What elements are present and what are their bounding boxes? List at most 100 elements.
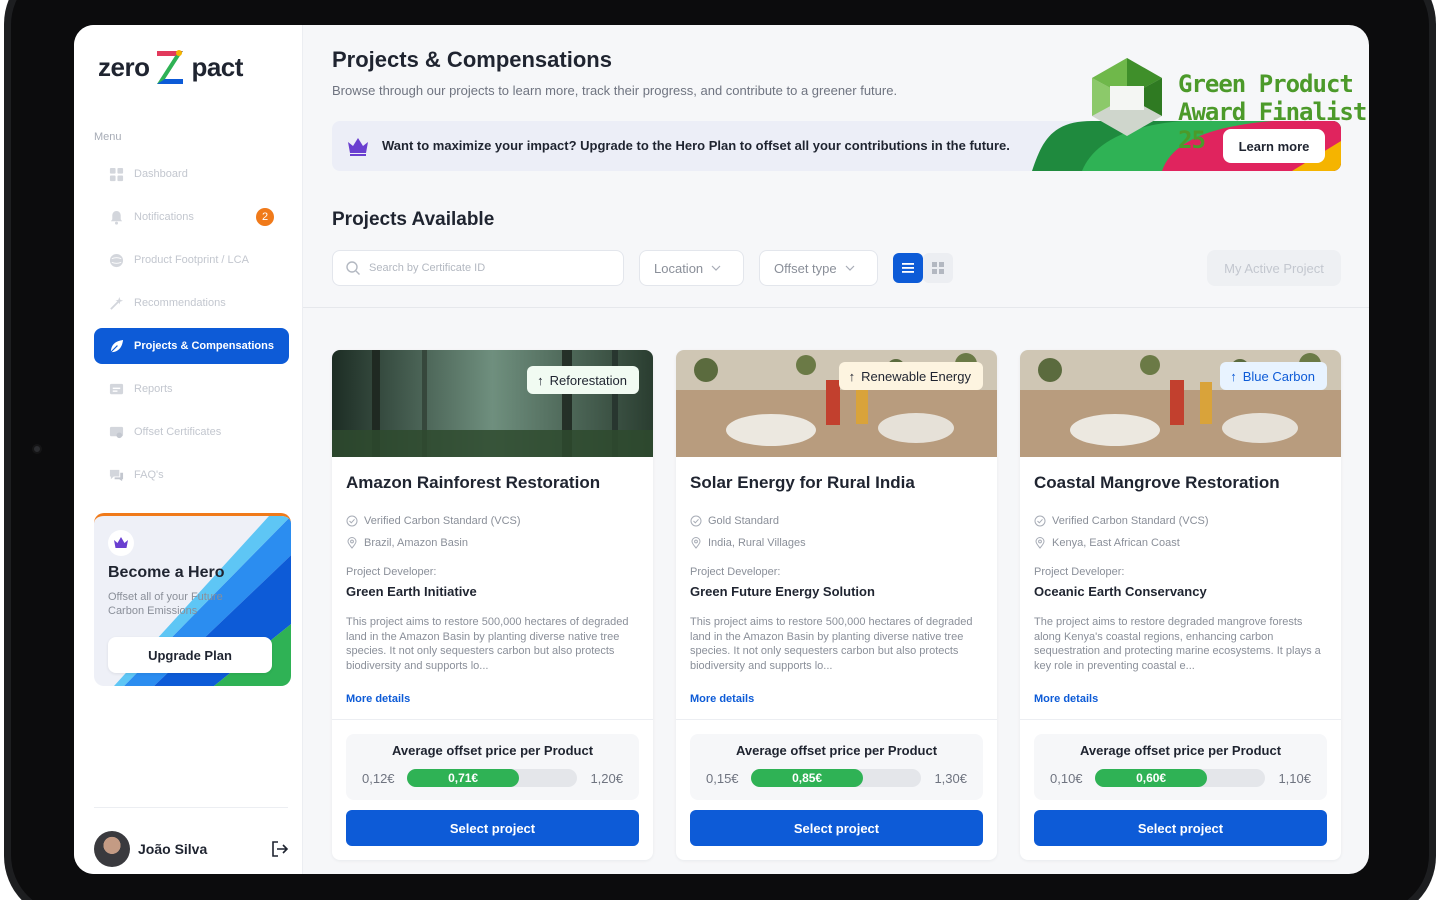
list-icon — [902, 263, 914, 273]
app-screen: zero pact Menu Dashboard Notifications 2 — [74, 25, 1369, 874]
arrow-up-icon: ↑ — [537, 372, 544, 388]
project-standard-label: Gold Standard — [708, 515, 779, 527]
more-details-link[interactable]: More details — [346, 693, 410, 705]
price-max: 1,30€ — [934, 771, 967, 786]
sidebar-item-recommendations[interactable]: Recommendations — [94, 285, 289, 321]
check-circle-icon — [690, 515, 702, 527]
select-project-button[interactable]: Select project — [1034, 810, 1327, 846]
crown-icon — [348, 138, 368, 156]
page-subtitle: Browse through our projects to learn mor… — [332, 83, 898, 98]
project-location: India, Rural Villages — [690, 537, 806, 549]
check-circle-icon — [1034, 515, 1046, 527]
project-location-label: Kenya, East African Coast — [1052, 537, 1180, 549]
offset-type-dropdown[interactable]: Offset type — [759, 250, 878, 286]
hero-upgrade-card: Become a Hero Offset all of your Future … — [94, 513, 291, 686]
award-line-1: Green Product — [1178, 70, 1354, 98]
project-title: Amazon Rainforest Restoration — [346, 473, 601, 492]
select-project-button[interactable]: Select project — [690, 810, 983, 846]
sidebar: zero pact Menu Dashboard Notifications 2 — [74, 25, 303, 874]
more-details-link[interactable]: More details — [690, 693, 754, 705]
price-max: 1,10€ — [1278, 771, 1311, 786]
project-location-label: India, Rural Villages — [708, 537, 806, 549]
logo-text-left: zero — [98, 51, 150, 82]
project-location: Brazil, Amazon Basin — [346, 537, 468, 549]
menu-label: Menu — [94, 131, 122, 143]
project-title: Solar Energy for Rural India — [690, 473, 915, 492]
arrow-up-icon: ↑ — [848, 368, 856, 384]
price-label: Average offset price per Product — [1079, 743, 1282, 758]
price-min: 0,12€ — [362, 771, 395, 786]
project-card: ↑ Renewable Energy Solar Energy for Rura… — [676, 350, 997, 860]
my-active-project-button[interactable]: My Active Project — [1207, 250, 1341, 286]
price-min: 0,10€ — [1050, 771, 1083, 786]
category-tag-label: Renewable Energy — [861, 368, 971, 384]
project-card: ↑ Reforestation Amazon Rainforest Restor… — [332, 350, 653, 860]
price-range-bar: 0,71€ — [407, 769, 577, 787]
sidebar-item-reports[interactable]: Reports — [94, 371, 289, 407]
logo-z-icon — [157, 50, 184, 84]
price-range-bar: 0,85€ — [751, 769, 921, 787]
camera-icon — [32, 444, 42, 454]
price-average: 0,60€ — [1095, 769, 1208, 787]
hero-card-title: Become a Hero — [108, 564, 225, 581]
logout-icon[interactable] — [271, 840, 289, 858]
award-badge: Green Product Award Finalist 25 — [1086, 56, 1386, 154]
user-profile[interactable]: João Silva — [94, 831, 289, 867]
price-label: Average offset price per Product — [735, 743, 938, 758]
project-standard-label: Verified Carbon Standard (VCS) — [364, 515, 521, 527]
location-dropdown-label: Location — [654, 260, 704, 276]
card-divider — [332, 719, 653, 720]
developer-label: Project Developer: — [1034, 566, 1125, 578]
leaf-icon — [109, 339, 124, 354]
sidebar-item-label: Dashboard — [134, 168, 188, 180]
certificate-icon — [109, 425, 124, 440]
project-description: The project aims to restore degraded man… — [1034, 616, 1321, 672]
avatar[interactable] — [94, 831, 130, 867]
developer-name: Oceanic Earth Conservancy — [1034, 584, 1207, 599]
arrow-up-icon: ↑ — [1230, 368, 1237, 384]
category-tag: ↑ Reforestation — [527, 366, 639, 394]
section-divider — [303, 307, 1369, 308]
price-label: Average offset price per Product — [391, 743, 594, 758]
app-logo[interactable]: zero pact — [98, 47, 243, 87]
search-input[interactable] — [369, 262, 609, 274]
sidebar-item-label: Notifications — [134, 211, 194, 223]
search-field[interactable] — [332, 250, 624, 286]
chevron-down-icon — [845, 265, 855, 271]
project-standard: Gold Standard — [690, 515, 779, 527]
sidebar-item-product-footprint[interactable]: Product Footprint / LCA — [94, 242, 289, 278]
sidebar-item-offset-certificates[interactable]: Offset Certificates — [94, 414, 289, 450]
search-icon — [346, 261, 360, 275]
projects-section-title: Projects Available — [332, 209, 495, 230]
crown-icon — [108, 530, 134, 556]
sidebar-item-label: FAQ's — [134, 469, 164, 481]
select-project-button[interactable]: Select project — [346, 810, 639, 846]
location-dropdown[interactable]: Location — [639, 250, 744, 286]
chevron-down-icon — [711, 265, 721, 271]
sidebar-nav: Dashboard Notifications 2 Product Footpr… — [94, 156, 289, 500]
check-circle-icon — [346, 515, 358, 527]
report-icon — [109, 382, 124, 397]
more-details-link[interactable]: More details — [1034, 693, 1098, 705]
developer-label: Project Developer: — [690, 566, 781, 578]
projects-toolbar: Location Offset type My Active Project — [332, 250, 1341, 286]
project-standard-label: Verified Carbon Standard (VCS) — [1052, 515, 1209, 527]
sidebar-item-dashboard[interactable]: Dashboard — [94, 156, 289, 192]
sidebar-item-notifications[interactable]: Notifications 2 — [94, 199, 289, 235]
award-text: Green Product Award Finalist 25 — [1178, 70, 1386, 154]
location-pin-icon — [1035, 537, 1045, 549]
upgrade-plan-button[interactable]: Upgrade Plan — [108, 637, 272, 673]
category-tag: ↑ Blue Carbon — [1220, 362, 1327, 390]
list-view-button[interactable] — [893, 253, 923, 283]
sidebar-divider — [94, 807, 288, 808]
price-max: 1,20€ — [590, 771, 623, 786]
project-location-label: Brazil, Amazon Basin — [364, 537, 468, 549]
bell-icon — [109, 210, 124, 225]
sidebar-item-faqs[interactable]: FAQ's — [94, 457, 289, 493]
price-average: 0,85€ — [751, 769, 864, 787]
grid-view-button[interactable] — [923, 253, 953, 283]
price-box: Average offset price per Product 0,12€ 0… — [346, 734, 639, 800]
category-tag: ↑ Renewable Energy — [838, 362, 983, 390]
sidebar-item-projects-compensations[interactable]: Projects & Compensations — [94, 328, 289, 364]
price-average: 0,71€ — [407, 769, 520, 787]
